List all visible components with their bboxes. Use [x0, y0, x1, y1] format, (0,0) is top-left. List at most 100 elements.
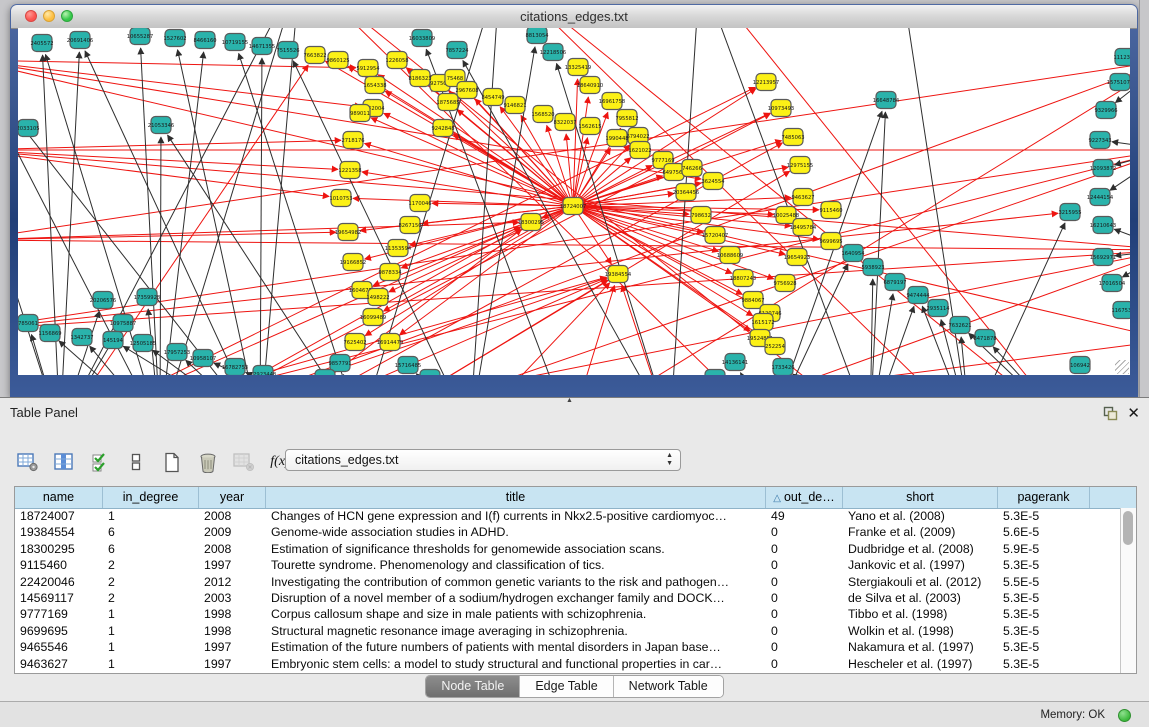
cell[interactable]: 0	[766, 623, 843, 639]
node-1342737[interactable]: 1342737	[70, 329, 93, 346]
cell[interactable]: Changes of HCN gene expression and I(f) …	[266, 508, 766, 524]
node-7485063[interactable]: 7485063	[781, 129, 804, 146]
cell[interactable]: 5.3E-5	[998, 606, 1090, 622]
edge[interactable]	[371, 118, 573, 206]
cell[interactable]: 9115460	[15, 557, 103, 573]
node-9146821[interactable]: 9146821	[503, 97, 526, 114]
cell[interactable]: Estimation of the future numbers of pati…	[266, 639, 766, 655]
cell[interactable]: 5.3E-5	[998, 590, 1090, 606]
node-14671355[interactable]: 14671355	[249, 38, 275, 55]
close-panel-icon[interactable]: ✕	[1127, 404, 1140, 422]
node-785061[interactable]: 785061	[18, 315, 38, 332]
cell[interactable]: 5.3E-5	[998, 639, 1090, 655]
edge[interactable]	[18, 140, 341, 150]
node-19654923[interactable]: 19654923	[784, 249, 810, 266]
cell[interactable]: 5.6E-5	[998, 524, 1090, 540]
node-7663822[interactable]: 7663822	[303, 47, 326, 64]
cell[interactable]: 14569117	[15, 590, 103, 606]
edge[interactable]	[160, 228, 521, 375]
node-106942[interactable]: 106942	[1070, 357, 1090, 374]
node-1875685[interactable]: 1875685	[436, 94, 459, 111]
cell[interactable]: de Silva et al. (2003)	[843, 590, 998, 606]
node-10975887[interactable]: 10975887	[110, 315, 136, 332]
tab-edge-table[interactable]: Edge Table	[520, 676, 613, 697]
node-1568520[interactable]: 1568520	[531, 106, 554, 123]
column-header-in_degree[interactable]: in_degree	[103, 487, 199, 508]
table-settings-button[interactable]	[14, 449, 42, 475]
delete-column-button[interactable]	[194, 449, 222, 475]
cell[interactable]: Wolkin et al. (1998)	[843, 623, 998, 639]
node-1527602[interactable]: 1527602	[163, 30, 186, 47]
edge[interactable]	[870, 279, 873, 375]
node-8267150[interactable]: 8267150	[398, 217, 421, 234]
cell[interactable]: 22420046	[15, 574, 103, 590]
cell[interactable]: 1997	[199, 639, 266, 655]
cell[interactable]: Tibbo et al. (1998)	[843, 606, 998, 622]
new-column-button[interactable]	[158, 449, 186, 475]
table-row[interactable]: 1872400712008Changes of HCN gene express…	[15, 508, 1121, 524]
node-8454749[interactable]: 8454749	[481, 89, 504, 106]
node-10719155[interactable]: 10719155	[222, 34, 248, 51]
node-252254[interactable]: 252254	[765, 338, 786, 355]
node-12444154[interactable]: 12444154	[1087, 189, 1114, 206]
float-panel-icon[interactable]	[1103, 406, 1118, 421]
node-20206576[interactable]: 20206576	[90, 292, 116, 309]
cell[interactable]: 2008	[199, 541, 266, 557]
cell[interactable]: Genome-wide association studies in ADHD.	[266, 524, 766, 540]
edge[interactable]	[970, 223, 1065, 375]
cell[interactable]: 1	[103, 639, 199, 655]
cell[interactable]: Nakamura et al. (1997)	[843, 639, 998, 655]
edge[interactable]	[178, 50, 260, 375]
edge[interactable]	[343, 374, 360, 375]
cell[interactable]: 5.3E-5	[998, 656, 1090, 672]
cell[interactable]: Embryonic stem cells: a model to study s…	[266, 656, 766, 672]
node-1990448[interactable]: 1990448	[605, 130, 628, 147]
node-19166852[interactable]: 19166852	[340, 254, 366, 271]
node-746266[interactable]: 746266	[682, 160, 702, 177]
edge[interactable]	[573, 88, 756, 206]
node-8322037[interactable]: 8322037	[553, 114, 576, 131]
node-12093872[interactable]: 12093872	[1090, 160, 1116, 177]
cell[interactable]: 19384554	[15, 524, 103, 540]
cell[interactable]: 0	[766, 541, 843, 557]
cell[interactable]: 1997	[199, 557, 266, 573]
cell[interactable]: 2008	[199, 508, 266, 524]
node-17359928[interactable]: 17359928	[134, 289, 160, 306]
edge[interactable]	[18, 240, 1130, 250]
column-header-out_de[interactable]: △out_de…	[766, 487, 843, 508]
cell[interactable]: 6	[103, 524, 199, 540]
node-5938923[interactable]: 5938923	[861, 259, 884, 276]
node-15692971[interactable]: 15692971	[1090, 249, 1116, 266]
cell[interactable]: 2012	[199, 574, 266, 590]
node-2405572[interactable]: 2405572	[30, 35, 53, 52]
node-12923448[interactable]: 12923448	[250, 366, 276, 376]
node-18724007[interactable]: 18724007	[560, 198, 586, 215]
node-16782753[interactable]: 16782753	[222, 359, 248, 376]
column-header-year[interactable]: year	[199, 487, 266, 508]
edge[interactable]	[740, 373, 770, 375]
node-16648784[interactable]: 16648784	[873, 92, 900, 109]
cell[interactable]: 2003	[199, 590, 266, 606]
cell[interactable]: Franke et al. (2009)	[843, 524, 998, 540]
node-8186323[interactable]: 8186323	[408, 70, 431, 87]
node-6879197[interactable]: 6879197	[883, 274, 906, 291]
node-12975155[interactable]: 12975155	[787, 157, 813, 174]
node-9860125[interactable]: 9860125	[326, 52, 349, 69]
node-18300295[interactable]: 18300295	[518, 214, 544, 231]
cell[interactable]: 0	[766, 557, 843, 573]
table-row[interactable]: 969969511998Structural magnetic resonanc…	[15, 623, 1121, 639]
cell[interactable]: Investigating the contribution of common…	[266, 574, 766, 590]
cell[interactable]: 2	[103, 574, 199, 590]
node-1010753[interactable]: 1010753	[329, 190, 352, 207]
cell[interactable]: 0	[766, 656, 843, 672]
node-1654338[interactable]: 1654338	[363, 77, 386, 94]
table-row[interactable]: 1830029562008Estimation of significance …	[15, 541, 1121, 557]
node-9857791[interactable]: 9857791	[328, 355, 351, 372]
cell[interactable]: Disruption of a novel member of a sodium…	[266, 590, 766, 606]
node-1621022[interactable]: 1621022	[628, 142, 651, 159]
column-header-short[interactable]: short	[843, 487, 998, 508]
node-9329966[interactable]: 9329966	[1094, 102, 1117, 119]
cell[interactable]: Dudbridge et al. (2008)	[843, 541, 998, 557]
node-10958107[interactable]: 10958107	[190, 350, 216, 367]
node-12213957[interactable]: 12213957	[753, 74, 779, 91]
